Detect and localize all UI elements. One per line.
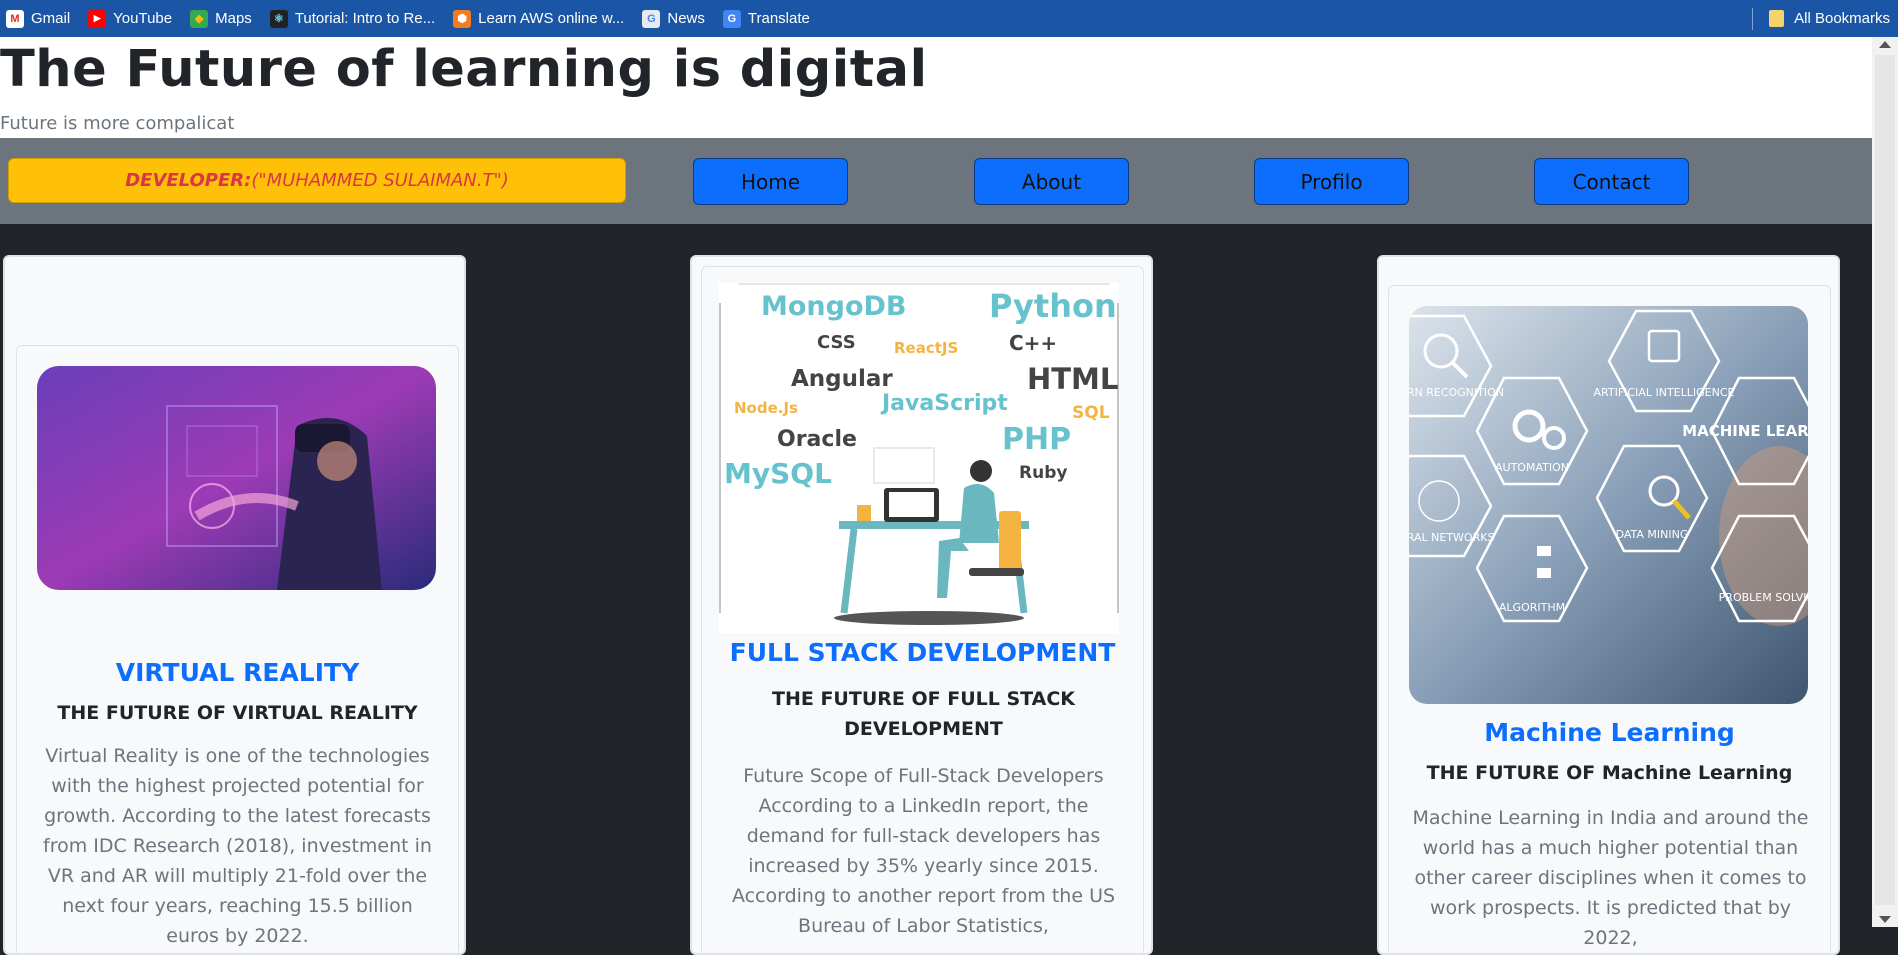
vr-image — [37, 366, 436, 590]
bookmark-react-tutorial[interactable]: ⚛ Tutorial: Intro to Re... — [269, 9, 436, 28]
bookmark-label: Learn AWS online w... — [478, 10, 625, 27]
bookmark-aws[interactable]: ⬢ Learn AWS online w... — [453, 9, 625, 28]
bookmark-label: Maps — [215, 10, 252, 27]
news-icon: G — [642, 9, 661, 28]
full-stack-image: MongoDB Python CSS ReactJS C++ Angular H… — [719, 283, 1119, 633]
word-nodejs: Node.Js — [734, 399, 798, 417]
card-virtual-reality: VIRTUAL REALITY THE FUTURE OF VIRTUAL RE… — [3, 255, 466, 955]
word-php: PHP — [1002, 422, 1071, 457]
contact-button[interactable]: Contact — [1534, 158, 1689, 205]
card-title: VIRTUAL REALITY — [115, 658, 360, 687]
card-full-stack: MongoDB Python CSS ReactJS C++ Angular H… — [690, 255, 1153, 955]
folder-icon — [1769, 10, 1785, 27]
word-mysql: MySQL — [724, 457, 832, 490]
card-text: Virtual Reality is one of the technologi… — [43, 745, 432, 947]
developer-button[interactable]: DEVELOPER: ("MUHAMMED SULAIMAN.T") — [8, 158, 626, 203]
aws-icon: ⬢ — [453, 9, 472, 28]
developer-name: ("MUHAMMED SULAIMAN.T") — [251, 170, 509, 191]
bookmarks-divider — [1752, 8, 1753, 30]
scroll-down-arrow-icon[interactable] — [1879, 916, 1891, 923]
card-inner: VIRTUAL REALITY THE FUTURE OF VIRTUAL RE… — [16, 345, 459, 953]
ml-label-pattern-recognition: PATTERN RECOGNITION — [1409, 386, 1504, 399]
card-inner: PATTERN RECOGNITION ARTIFICIAL INTELLIGE… — [1388, 285, 1831, 953]
page-subtitle: Future is more compalicat — [0, 113, 235, 134]
bookmark-label: Tutorial: Intro to Re... — [294, 10, 436, 27]
bookmark-label: Gmail — [31, 10, 71, 27]
card-subtitle: THE FUTURE OF VIRTUAL REALITY — [57, 702, 418, 724]
page-header: The Future of learning is digital Future… — [0, 37, 1872, 138]
card-subtitle: THE FUTURE OF Machine Learning — [1426, 762, 1793, 784]
word-oracle: Oracle — [777, 427, 857, 452]
card-subtitle: THE FUTURE OF FULL STACK DEVELOPMENT — [772, 688, 1075, 740]
bookmark-maps[interactable]: ◆ Maps — [190, 9, 252, 28]
ml-label-artificial-intelligence: ARTIFICIAL INTELLIGENCE — [1594, 386, 1735, 399]
bookmark-label: YouTube — [113, 10, 173, 27]
page-content: The Future of learning is digital Future… — [0, 37, 1872, 955]
ml-label-machine-learning: MACHINE LEARNING — [1682, 422, 1808, 440]
react-icon: ⚛ — [269, 9, 288, 28]
word-css: CSS — [817, 332, 856, 353]
card-machine-learning: PATTERN RECOGNITION ARTIFICIAL INTELLIGE… — [1377, 255, 1840, 955]
youtube-icon: ▶ — [88, 9, 107, 28]
gmail-icon: M — [6, 9, 24, 28]
bookmark-gmail[interactable]: M Gmail — [6, 9, 71, 28]
ml-label-data-mining: DATA MINING — [1616, 528, 1689, 541]
maps-icon: ◆ — [190, 9, 209, 28]
developer-prefix: DEVELOPER: — [125, 170, 252, 191]
machine-learning-image: PATTERN RECOGNITION ARTIFICIAL INTELLIGE… — [1409, 306, 1808, 704]
word-cpp: C++ — [1009, 331, 1057, 355]
word-mongodb: MongoDB — [761, 291, 907, 322]
all-bookmarks-label: All Bookmarks — [1794, 10, 1890, 27]
word-python: Python — [989, 287, 1117, 325]
card-title: Machine Learning — [1484, 718, 1735, 747]
home-button[interactable]: Home — [693, 158, 848, 205]
all-bookmarks-button[interactable]: All Bookmarks — [1769, 0, 1898, 37]
scrollbar-thumb[interactable] — [1875, 55, 1895, 905]
scroll-up-arrow-icon[interactable] — [1879, 41, 1891, 48]
card-title: FULL STACK DEVELOPMENT — [729, 638, 1116, 667]
ml-label-problem-solving: PROBLEM SOLVING — [1719, 591, 1808, 604]
word-angular: Angular — [791, 366, 893, 392]
card-inner: MongoDB Python CSS ReactJS C++ Angular H… — [701, 266, 1144, 953]
bookmark-label: Translate — [747, 10, 810, 27]
bookmarks-bar: M Gmail ▶ YouTube ◆ Maps ⚛ Tutorial: Int… — [0, 0, 1898, 37]
card-text: Future Scope of Full-Stack Developers Ac… — [731, 765, 1116, 937]
about-button[interactable]: About — [974, 158, 1129, 205]
ml-label-neural-networks: NEURAL NETWORKS — [1409, 531, 1494, 544]
bookmark-label: News — [667, 10, 705, 27]
word-reactjs: ReactJS — [894, 339, 958, 357]
profilo-button[interactable]: Profilo — [1254, 158, 1409, 205]
navbar: DEVELOPER: ("MUHAMMED SULAIMAN.T") Home A… — [0, 138, 1872, 224]
word-html: HTML — [1027, 362, 1118, 396]
translate-icon: G — [722, 9, 741, 28]
bookmark-news[interactable]: G News — [642, 9, 705, 28]
page-title: The Future of learning is digital — [0, 40, 928, 99]
bookmark-youtube[interactable]: ▶ YouTube — [88, 9, 173, 28]
vertical-scrollbar[interactable] — [1872, 37, 1898, 927]
card-text: Machine Learning in India and around the… — [1412, 807, 1809, 949]
ml-label-algorithm: ALGORITHM — [1499, 601, 1565, 614]
bookmark-translate[interactable]: G Translate — [722, 9, 810, 28]
word-javascript: JavaScript — [880, 391, 1008, 416]
word-sql: SQL — [1072, 403, 1110, 423]
word-ruby: Ruby — [1019, 463, 1067, 483]
ml-label-automation: AUTOMATION — [1495, 461, 1569, 474]
